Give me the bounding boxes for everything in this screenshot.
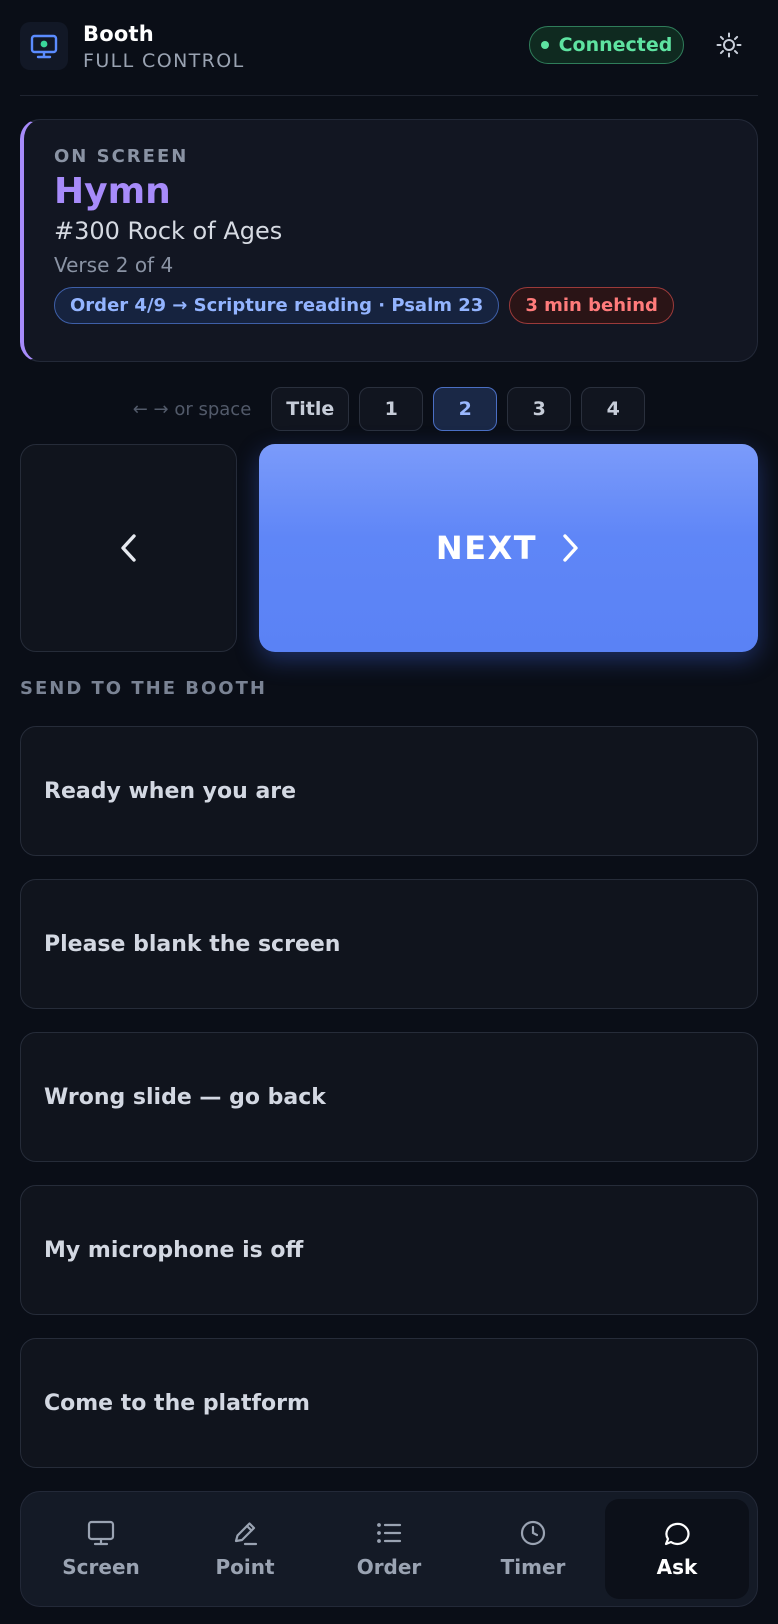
monitor-icon xyxy=(30,34,58,59)
theme-toggle-button[interactable] xyxy=(708,24,750,66)
keyboard-hint: ← → or space xyxy=(132,398,252,420)
connection-status-badge: Connected xyxy=(529,26,684,64)
nav-item-order[interactable]: Order xyxy=(317,1499,461,1599)
verse-button-3[interactable]: 3 xyxy=(507,387,572,431)
app-logo xyxy=(20,22,68,70)
message-button-wrong-slide[interactable]: Wrong slide — go back xyxy=(20,1032,758,1162)
list-icon xyxy=(377,1523,402,1543)
sun-icon xyxy=(716,32,742,58)
on-screen-type: Hymn xyxy=(54,171,171,212)
pencil-icon xyxy=(234,1522,258,1546)
nav-item-screen[interactable]: Screen xyxy=(29,1499,173,1599)
bottom-navigation: Screen Point Order Timer Ask xyxy=(20,1491,758,1607)
app-title: Booth xyxy=(83,22,154,46)
message-button-blank-screen[interactable]: Please blank the screen xyxy=(20,879,758,1009)
chat-bubble-icon xyxy=(664,1522,690,1546)
next-button-label: NEXT xyxy=(435,529,538,567)
verse-button-2[interactable]: 2 xyxy=(433,387,498,431)
verse-button-4[interactable]: 4 xyxy=(581,387,646,431)
on-screen-verse: Verse 2 of 4 xyxy=(54,253,174,277)
booth-message-list: Ready when you are Please blank the scre… xyxy=(20,726,758,1491)
nav-label-point: Point xyxy=(215,1555,275,1579)
chevron-right-icon xyxy=(563,534,578,562)
verse-button-1[interactable]: 1 xyxy=(359,387,424,431)
nav-label-screen: Screen xyxy=(62,1555,140,1579)
on-screen-kicker: ON SCREEN xyxy=(54,146,189,167)
nav-label-order: Order xyxy=(356,1555,422,1579)
send-to-booth-heading: SEND TO THE BOOTH xyxy=(20,678,267,699)
nav-item-point[interactable]: Point xyxy=(173,1499,317,1599)
app-subtitle: FULL CONTROL xyxy=(83,50,245,72)
on-screen-song: #300 Rock of Ages xyxy=(54,217,283,245)
connection-status-label: Connected xyxy=(558,34,673,56)
nav-item-ask[interactable]: Ask xyxy=(605,1499,749,1599)
nav-label-timer: Timer xyxy=(500,1555,566,1579)
verse-button-title[interactable]: Title xyxy=(271,387,350,431)
behind-schedule-tag: 3 min behind xyxy=(509,287,674,324)
booth-app: Booth FULL CONTROL Connected ON SCREEN H… xyxy=(0,0,778,1624)
verse-navigation: ← → or space Title 1 2 3 4 xyxy=(20,386,758,432)
message-button-come-to-platform[interactable]: Come to the platform xyxy=(20,1338,758,1468)
nav-label-ask: Ask xyxy=(656,1555,698,1579)
previous-button[interactable] xyxy=(20,444,237,652)
chevron-left-icon xyxy=(120,534,136,562)
next-button[interactable]: NEXT xyxy=(259,444,758,652)
message-button-ready[interactable]: Ready when you are xyxy=(20,726,758,856)
header: Booth FULL CONTROL Connected xyxy=(20,20,758,96)
clock-icon xyxy=(520,1520,546,1546)
monitor-icon xyxy=(87,1520,115,1546)
on-screen-card: ON SCREEN Hymn #300 Rock of Ages Verse 2… xyxy=(20,119,758,362)
nav-item-timer[interactable]: Timer xyxy=(461,1499,605,1599)
message-button-microphone-off[interactable]: My microphone is off xyxy=(20,1185,758,1315)
on-screen-tags: Order 4/9 → Scripture reading · Psalm 23… xyxy=(54,287,757,324)
order-tag[interactable]: Order 4/9 → Scripture reading · Psalm 23 xyxy=(54,287,500,324)
status-dot-icon xyxy=(540,41,549,49)
